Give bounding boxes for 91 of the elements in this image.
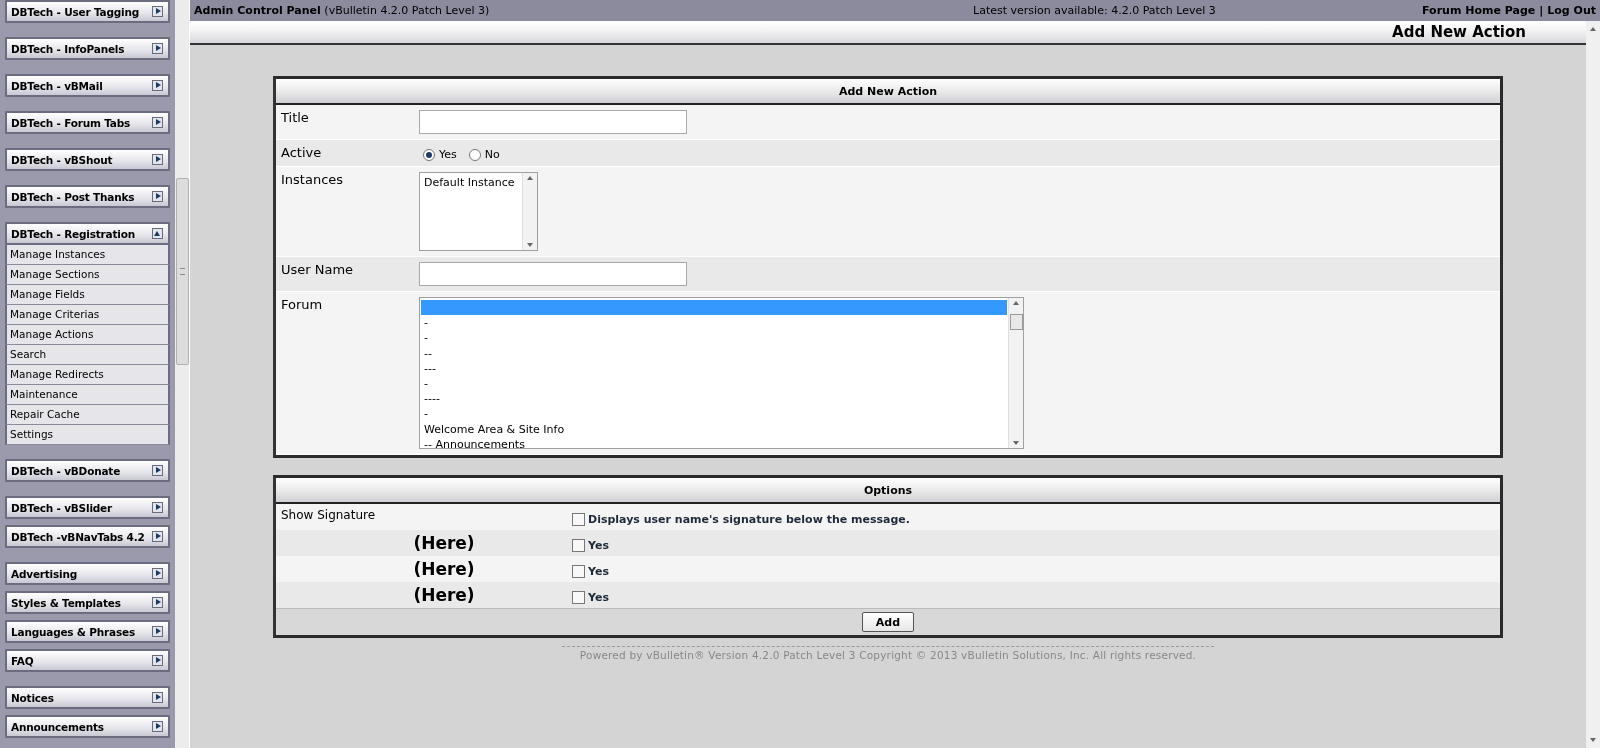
list-option[interactable]: --- (421, 360, 1007, 376)
menu-header-label[interactable]: Styles & Templates (11, 596, 121, 609)
menu-item[interactable]: Settings (5, 425, 170, 445)
link-separator: | (1539, 4, 1544, 17)
menu-header[interactable]: DBTech - Forum Tabs (5, 111, 170, 134)
menu-header[interactable]: DBTech - Post Thanks (5, 185, 170, 208)
option-label: (Here) (412, 533, 476, 553)
list-option[interactable]: Welcome Area & Site Info (421, 421, 1007, 437)
menu-header[interactable]: DBTech - Registration (5, 222, 170, 245)
list-option[interactable]: -- Announcements (421, 436, 1007, 448)
menu-header-label[interactable]: DBTech - User Tagging (11, 5, 140, 18)
menu-header-label[interactable]: DBTech - vBShout (11, 153, 113, 166)
menu-header-label[interactable]: FAQ (11, 654, 34, 667)
field-label: Forum (280, 296, 324, 314)
menu-header[interactable]: Languages & Phrases (5, 620, 170, 643)
menu-header[interactable]: DBTech - vBShout (5, 148, 170, 171)
menu-header[interactable]: Advertising (5, 562, 170, 585)
menu-item[interactable]: Manage Redirects (5, 365, 170, 385)
option-label: (Here) (412, 585, 476, 605)
menu-item[interactable]: Repair Cache (5, 405, 170, 425)
menu-header-label[interactable]: DBTech - vBMail (11, 79, 103, 92)
checkbox-label[interactable]: Yes (588, 590, 609, 604)
checkbox-label[interactable]: Yes (588, 564, 609, 578)
scrollbar[interactable] (1586, 21, 1600, 748)
menu-header[interactable]: DBTech - User Tagging (5, 0, 170, 23)
copyright-footer: Powered by vBulletin® Version 4.2.0 Patch Level 3 Copyright © 2013 vBulletin Solutions, Inc. All rights reserved. (579, 649, 1197, 661)
menu-item[interactable]: Manage Fields (5, 285, 170, 305)
menu-item[interactable]: Manage Actions (5, 325, 170, 345)
menu-item[interactable]: Manage Sections (5, 265, 170, 285)
list-option[interactable]: - (421, 375, 1007, 392)
option-label: Show Signature (280, 507, 377, 522)
checkbox-label[interactable]: Displays user name's signature below the message. (588, 512, 910, 526)
radio-label[interactable]: Yes (439, 148, 457, 161)
radio-button[interactable] (468, 148, 481, 161)
menu-item[interactable]: Search (5, 345, 170, 365)
menu-header-label[interactable]: Notices (11, 691, 54, 704)
menu-header[interactable]: DBTech - vBMail (5, 74, 170, 97)
page-title: Add New Action (1392, 23, 1526, 41)
menu-header[interactable]: Announcements (5, 715, 170, 738)
form-title: Add New Action (838, 84, 938, 98)
menu-header-label[interactable]: Advertising (11, 567, 78, 580)
option-label: (Here) (412, 559, 476, 579)
add-button[interactable]: Add (862, 612, 914, 632)
menu-header-label[interactable]: DBTech - Forum Tabs (11, 116, 131, 129)
menu-item[interactable]: Maintenance (5, 385, 170, 405)
list-option[interactable] (421, 300, 1007, 316)
menu-header-label[interactable]: Announcements (11, 720, 104, 733)
field-label: Instances (280, 171, 345, 189)
menu-item[interactable]: Manage Instances (5, 245, 170, 265)
menu-header-label[interactable]: DBTech - Post Thanks (11, 190, 135, 203)
checkbox[interactable] (572, 590, 585, 604)
field-label: Active (280, 144, 323, 162)
field-label: Title (280, 109, 310, 127)
radio-label[interactable]: No (484, 148, 500, 161)
menu-header-label[interactable]: DBTech - vBSlider (11, 501, 112, 514)
menu-header[interactable]: FAQ (5, 649, 170, 672)
checkbox[interactable] (572, 564, 585, 578)
menu-header[interactable]: Styles & Templates (5, 591, 170, 614)
checkbox[interactable] (572, 512, 585, 526)
list-box[interactable]: - - -- --- - ---- - Welcome Area & Site Info -- Announcements (419, 297, 1024, 449)
menu-header[interactable]: DBTech - vBDonate (5, 459, 170, 482)
field-label: User Name (280, 261, 355, 279)
list-option[interactable]: -- (421, 345, 1007, 361)
list-box[interactable]: Default Instance (419, 172, 538, 251)
list-option[interactable]: - (421, 330, 1007, 346)
radio-button[interactable] (423, 148, 435, 161)
menu-header-label[interactable]: Languages & Phrases (11, 625, 135, 638)
scrollbar[interactable] (1008, 298, 1023, 448)
list-option[interactable]: ---- (421, 391, 1007, 407)
menu-header[interactable]: DBTech - InfoPanels (5, 37, 170, 60)
header-link[interactable]: Log Out (1547, 4, 1596, 17)
version-notice: Latest version available: 4.2.0 Patch Level 3 (972, 4, 1217, 17)
menu-header[interactable]: Notices (5, 686, 170, 709)
menu-header[interactable]: DBTech - vBSlider (5, 496, 170, 519)
menu-header-label[interactable]: DBTech - vBDonate (11, 464, 121, 477)
checkbox-label[interactable]: Yes (588, 538, 609, 552)
list-option[interactable]: Default Instance (421, 175, 521, 191)
menu-item[interactable]: Manage Criterias (5, 305, 170, 325)
menu-header-label[interactable]: DBTech - Registration (11, 227, 135, 240)
menu-header-label[interactable]: DBTech - InfoPanels (11, 42, 125, 55)
menu-header-label[interactable]: DBTech -vBNavTabs 4.2 (11, 530, 145, 543)
header-link[interactable]: Forum Home Page (1422, 4, 1536, 17)
text-input[interactable] (419, 110, 687, 134)
panel-title: Admin Control Panel (vBulletin 4.2.0 Patch Level 3) (194, 4, 491, 17)
text-input[interactable] (419, 262, 687, 286)
options-title: Options (863, 483, 913, 497)
list-option[interactable]: - (421, 315, 1007, 331)
list-option[interactable]: - (421, 406, 1007, 422)
checkbox[interactable] (572, 538, 585, 552)
menu-header[interactable]: DBTech -vBNavTabs 4.2 (5, 525, 170, 548)
scrollbar[interactable] (522, 173, 537, 250)
